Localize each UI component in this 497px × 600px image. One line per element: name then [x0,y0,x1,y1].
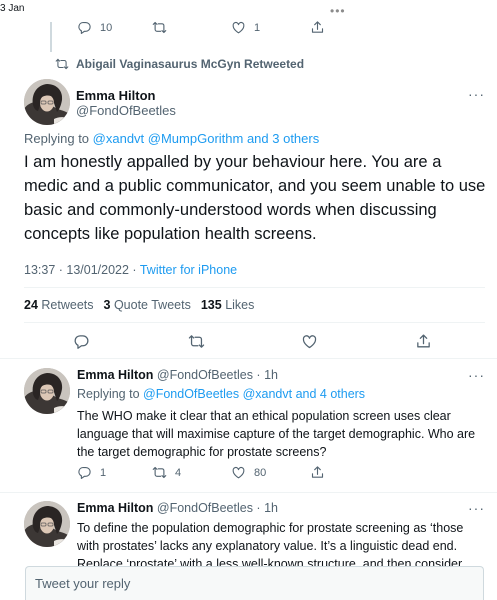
reply-button[interactable] [73,333,90,350]
heart-icon [231,465,246,480]
like-button[interactable]: 80 [231,465,266,480]
retweets-count: 24 [24,298,38,312]
reply-icon [77,20,92,35]
reply-button[interactable]: 1 [77,465,106,480]
share-button[interactable] [310,20,325,35]
compose-reply-bar [25,566,484,600]
reply-input[interactable] [26,567,483,600]
heart-icon [231,20,246,35]
share-button[interactable] [310,465,325,480]
quotes-label: Quote Tweets [113,298,191,312]
reply-icon [77,465,92,480]
author-name[interactable]: Emma Hilton [76,88,155,103]
replying-to-users[interactable]: @xandvt @MumpGorithm and 3 others [93,131,320,146]
tweet-text: I am honestly appalled by your behaviour… [24,153,486,243]
avatar[interactable] [24,79,70,125]
divider [24,287,485,288]
prev-tweet-actions: 10 1 [77,20,112,35]
replying-to-prefix: Replying to [24,131,90,146]
retweet-count: 4 [175,466,182,479]
window-handle-dots[interactable]: ••• [330,4,346,18]
share-icon [310,20,325,35]
likes-label: Likes [225,298,255,312]
like-button[interactable] [301,333,318,350]
reply-author-name[interactable]: Emma Hilton [77,501,153,515]
reply-text: The WHO make it clear that an ethical po… [77,409,476,459]
share-icon [415,333,432,350]
replying-to: Replying to @FondOfBeetles @xandvt and 4… [77,387,365,401]
likes-count: 135 [200,298,222,312]
reply-count: 1 [100,466,107,479]
reply-author-name[interactable]: Emma Hilton [77,368,153,382]
like-button[interactable]: 1 [231,20,260,35]
reply-header: Emma Hilton @FondOfBeetles · 1h [77,501,278,515]
tweet-stats: 24 Retweets 3 Quote Tweets 135 Likes [24,298,254,312]
like-count: 1 [254,21,261,34]
retweeted-by-label: Abigail Vaginasaurus McGyn Retweeted [76,57,305,71]
reply-header: Emma Hilton @FondOfBeetles · 1h [77,368,278,382]
reply-icon [73,333,90,350]
retweets-label: Retweets [41,298,94,312]
divider [0,358,497,359]
reply-text: To define the population demographic for… [77,521,464,566]
retweets-stat[interactable]: 24 Retweets [24,298,94,312]
avatar[interactable] [24,501,70,547]
divider [24,322,485,323]
more-icon[interactable]: ··· [468,86,485,102]
retweet-icon [55,57,69,71]
date-label: 3 Jan [0,3,25,14]
likes-stat[interactable]: 135 Likes [201,298,255,312]
tweet-timestamp[interactable]: 13:37 · 13/01/2022 · [24,263,140,277]
retweet-context[interactable]: Abigail Vaginasaurus McGyn Retweeted [55,57,304,71]
replying-to-users[interactable]: @FondOfBeetles @xandvt and 4 others [143,387,365,401]
reply-count: 10 [100,21,113,34]
reply-author-handle[interactable]: @FondOfBeetles · 1h [157,501,278,515]
retweet-button[interactable] [152,20,175,35]
author-handle[interactable]: @FondOfBeetles [76,103,176,118]
heart-icon [301,333,318,350]
retweet-icon [188,333,205,350]
reply-button[interactable]: 10 [77,20,112,35]
tweet-meta: 13:37 · 13/01/2022 · Twitter for iPhone [24,263,237,277]
quotes-count: 3 [103,298,111,312]
like-count: 80 [254,466,267,479]
divider [0,492,497,493]
avatar[interactable] [24,368,70,414]
tweet-source[interactable]: Twitter for iPhone [140,263,237,277]
quotes-stat[interactable]: 3 Quote Tweets [104,298,191,312]
reply-author-handle[interactable]: @FondOfBeetles · 1h [157,368,278,382]
reply-actions: 1 4 80 [77,465,106,480]
retweet-button[interactable]: 4 [152,465,181,480]
main-tweet-actions [73,333,90,350]
share-icon [310,465,325,480]
share-button[interactable] [415,333,432,350]
replying-to: Replying to @xandvt @MumpGorithm and 3 o… [24,131,319,146]
thread-line [50,22,52,52]
more-icon[interactable]: ··· [468,367,485,383]
retweet-icon [152,465,167,480]
retweet-icon [152,20,167,35]
retweet-button[interactable] [188,333,205,350]
replying-to-prefix: Replying to [77,387,140,401]
more-icon[interactable]: ··· [468,500,485,516]
